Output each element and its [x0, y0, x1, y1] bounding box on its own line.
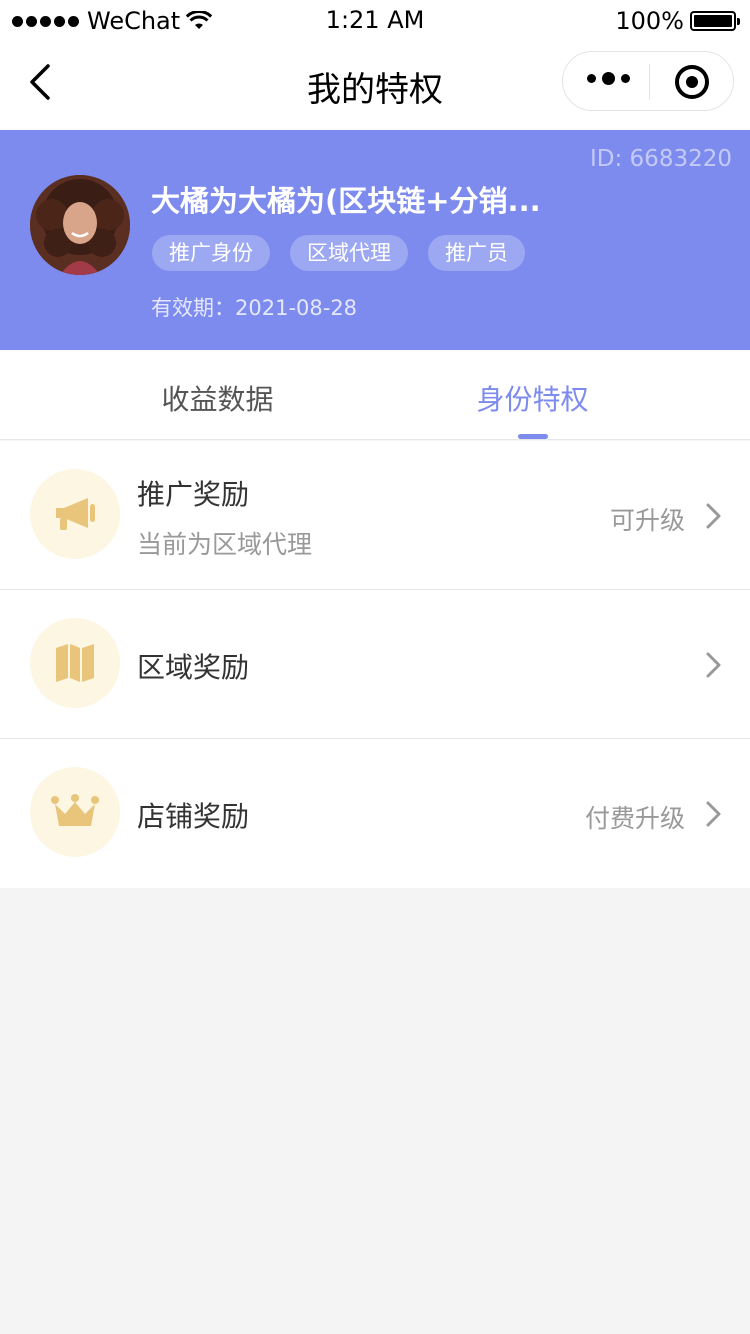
- navigation-bar: 我的特权: [0, 42, 750, 130]
- megaphone-icon: [30, 469, 120, 559]
- tab-identity-privileges[interactable]: 身份特权: [345, 378, 720, 418]
- active-tab-indicator: [518, 434, 548, 439]
- chevron-right-icon: [706, 652, 721, 678]
- item-subtitle: 当前为区域代理: [137, 530, 313, 559]
- list-item-region-reward[interactable]: 区域奖励: [0, 590, 750, 739]
- item-title: 推广奖励: [137, 478, 250, 511]
- upgrade-link[interactable]: 可升级: [610, 501, 685, 537]
- capsule-divider: [649, 64, 650, 100]
- chevron-right-icon: [706, 801, 721, 827]
- role-tag: 推广身份: [152, 235, 270, 271]
- map-icon: [30, 618, 120, 708]
- paid-upgrade-link[interactable]: 付费升级: [585, 799, 685, 835]
- avatar-photo-icon: [30, 175, 130, 275]
- validity-date: 有效期：2021-08-28: [151, 296, 358, 320]
- privilege-list: 推广奖励 当前为区域代理 可升级 区域奖励 店铺奖励 付费升级: [0, 441, 750, 888]
- close-miniprogram-icon[interactable]: [675, 65, 709, 99]
- more-options-icon[interactable]: [587, 72, 630, 85]
- user-id: ID: 6683220: [590, 146, 732, 172]
- crown-icon: [30, 767, 120, 857]
- item-title: 区域奖励: [137, 651, 250, 684]
- avatar: [30, 175, 130, 275]
- list-item-store-reward[interactable]: 店铺奖励 付费升级: [0, 739, 750, 888]
- battery-info: 100%: [615, 6, 740, 36]
- battery-percent: 100%: [615, 7, 684, 35]
- role-tag: 区域代理: [290, 235, 408, 271]
- status-bar: WeChat 1:21 AM 100%: [0, 0, 750, 42]
- role-tag: 推广员: [428, 235, 525, 271]
- chevron-right-icon: [706, 503, 721, 529]
- user-name: 大橘为大橘为(区块链+分销...: [151, 184, 541, 218]
- item-title: 店铺奖励: [137, 800, 250, 833]
- tab-bar: 收益数据 身份特权: [0, 350, 750, 440]
- battery-icon: [690, 11, 740, 31]
- role-tags: 推广身份 区域代理 推广员: [152, 235, 525, 271]
- profile-header: ID: 6683220 大橘为大橘为(区块链+分销... 推广身份 区域代理 推…: [0, 130, 750, 350]
- miniprogram-capsule: [562, 51, 734, 111]
- list-item-promotion-reward[interactable]: 推广奖励 当前为区域代理 可升级: [0, 441, 750, 590]
